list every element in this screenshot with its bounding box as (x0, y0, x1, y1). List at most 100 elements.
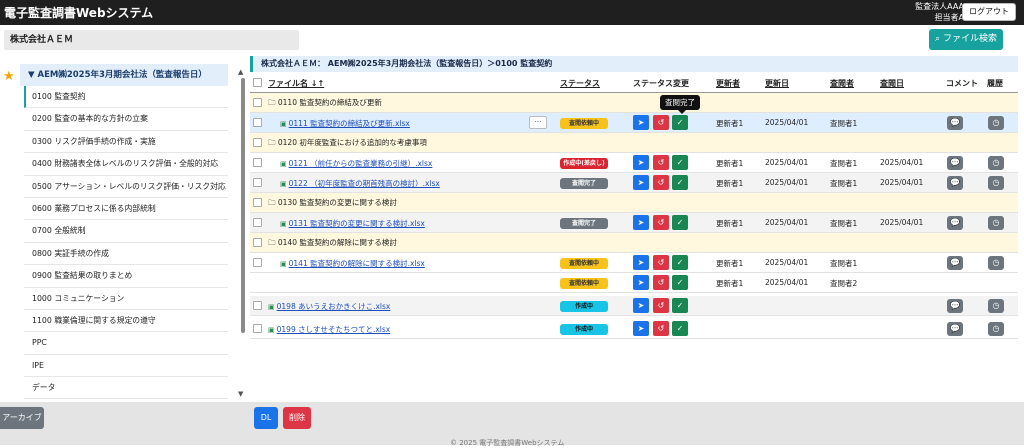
comment-icon[interactable]: 💬 (947, 216, 963, 230)
sidebar-item-0800[interactable]: 0800 実証手続の作成 (24, 243, 228, 266)
folder-row[interactable]: 🗀 0130 監査契約の変更に関する検討 (250, 193, 1018, 213)
clock-icon[interactable]: ◷ (988, 322, 1004, 336)
sidebar-item-0300[interactable]: 0300 リスク評価手続の作成・実施 (24, 131, 228, 154)
star-icon[interactable]: ★ (3, 69, 15, 84)
clock-icon[interactable]: ◷ (988, 116, 1004, 130)
sidebar-item-ppc[interactable]: PPC (24, 332, 228, 355)
table-row[interactable]: 査閲依頼中 ➤ ↺ ✓ 更新者1 2025/04/01 査閲者2 (250, 273, 1018, 293)
sidebar-scrollbar[interactable]: ▲ ▼ (237, 68, 247, 398)
check-circle-icon[interactable]: ✓ (672, 155, 688, 170)
table-row[interactable]: ▣ 0141 監査契約の解除に関する検討.xlsx 査閲依頼中 ➤ ↺ ✓ 更新者… (250, 253, 1018, 273)
row-checkbox[interactable] (253, 324, 262, 333)
more-options-button[interactable]: ··· (529, 116, 547, 129)
revert-icon[interactable]: ↺ (653, 175, 669, 190)
scroll-down-icon[interactable]: ▼ (238, 390, 243, 398)
file-link[interactable]: 0141 監査契約の解除に関する検討.xlsx (289, 259, 425, 268)
comment-icon[interactable]: 💬 (947, 116, 963, 130)
sidebar-item-1000[interactable]: 1000 コミュニケーション (24, 288, 228, 310)
delete-button[interactable]: 削除 (283, 407, 311, 429)
revert-icon[interactable]: ↺ (653, 275, 669, 290)
clock-icon[interactable]: ◷ (988, 256, 1004, 270)
clock-icon[interactable]: ◷ (988, 299, 1004, 313)
check-circle-icon[interactable]: ✓ (672, 275, 688, 290)
col-reviewed[interactable]: 査閲日 (880, 78, 904, 89)
sidebar-item-0500[interactable]: 0500 アサーション・レベルのリスク評価・リスク対応 (24, 176, 228, 198)
row-checkbox[interactable] (253, 258, 262, 267)
check-circle-icon[interactable]: ✓ (672, 321, 688, 336)
check-circle-icon[interactable]: ✓ (672, 175, 688, 190)
comment-icon[interactable]: 💬 (947, 322, 963, 336)
file-link[interactable]: 0121 （前任からの監査業務の引継）.xlsx (289, 159, 433, 168)
sidebar-item-0400[interactable]: 0400 財務諸表全体レベルのリスク評価・全般的対応 (24, 153, 228, 176)
row-checkbox[interactable] (253, 118, 262, 127)
revert-icon[interactable]: ↺ (653, 215, 669, 230)
col-updated[interactable]: 更新日 (765, 78, 789, 89)
tree-header[interactable]: ▼ AEM㈱2025年3月期会社法（監査報告日） (20, 64, 228, 86)
col-status[interactable]: ステータス (560, 78, 600, 89)
table-row[interactable]: ▣ 0199 さしすせそたちつてと.xlsx 作成中 ➤ ↺ ✓ 💬 ◷ (250, 319, 1018, 339)
col-updater[interactable]: 更新者 (716, 78, 740, 89)
table-row[interactable]: ▣ 0198 あいうえおかきくけこ.xlsx 作成中 ➤ ↺ ✓ 💬 ◷ (250, 296, 1018, 316)
revert-icon[interactable]: ↺ (653, 115, 669, 130)
logout-button[interactable]: ログアウト (962, 3, 1016, 21)
scrollbar-thumb[interactable] (241, 78, 245, 333)
send-icon[interactable]: ➤ (633, 215, 649, 230)
file-link[interactable]: 0198 あいうえおかきくけこ.xlsx (277, 302, 391, 311)
archive-button[interactable]: アーカイブ (0, 407, 44, 429)
file-link[interactable]: 0131 監査契約の変更に関する検討.xlsx (289, 219, 425, 228)
table-row[interactable]: ▣ 0131 監査契約の変更に関する検討.xlsx 査閲完了 ➤ ↺ ✓ 更新者1… (250, 213, 1018, 233)
revert-icon[interactable]: ↺ (653, 298, 669, 313)
comment-icon[interactable]: 💬 (947, 176, 963, 190)
table-row[interactable]: ▣ 0121 （前任からの監査業務の引継）.xlsx 作成中(差戻し) ➤ ↺ ✓… (250, 153, 1018, 173)
send-icon[interactable]: ➤ (633, 155, 649, 170)
select-all-checkbox[interactable] (253, 78, 262, 87)
send-icon[interactable]: ➤ (633, 275, 649, 290)
folder-row[interactable]: 🗀 0140 監査契約の解除に関する検討 (250, 233, 1018, 253)
file-link[interactable]: 0199 さしすせそたちつてと.xlsx (277, 325, 391, 334)
send-icon[interactable]: ➤ (633, 255, 649, 270)
row-checkbox[interactable] (253, 218, 262, 227)
row-checkbox[interactable] (253, 158, 262, 167)
row-checkbox[interactable] (253, 198, 262, 207)
send-icon[interactable]: ➤ (633, 298, 649, 313)
col-reviewer[interactable]: 査閲者 (830, 78, 854, 89)
check-circle-icon[interactable]: ✓ (672, 215, 688, 230)
file-link[interactable]: 0122 （初年度監査の期首残高の検討）.xlsx (289, 179, 440, 188)
check-circle-icon[interactable]: ✓ (672, 298, 688, 313)
revert-icon[interactable]: ↺ (653, 255, 669, 270)
sidebar-item-ipe[interactable]: IPE (24, 355, 228, 378)
row-checkbox[interactable] (253, 178, 262, 187)
row-checkbox[interactable] (253, 138, 262, 147)
folder-row[interactable]: 🗀 0120 初年度監査における追加的な考慮事項 (250, 133, 1018, 153)
revert-icon[interactable]: ↺ (653, 155, 669, 170)
file-search-button[interactable]: ⌕ ファイル検索 (929, 29, 1003, 50)
revert-icon[interactable]: ↺ (653, 321, 669, 336)
comment-icon[interactable]: 💬 (947, 156, 963, 170)
col-filename[interactable]: ファイル名 ↓↑ (268, 78, 324, 89)
sidebar-item-0700[interactable]: 0700 全般統制 (24, 220, 228, 243)
table-row[interactable]: ▣ 0122 （初年度監査の期首残高の検討）.xlsx 査閲完了 ➤ ↺ ✓ 更新… (250, 173, 1018, 193)
row-checkbox[interactable] (253, 98, 262, 107)
sidebar-item-0100[interactable]: 0100 監査契約 (24, 86, 228, 109)
sidebar-item-1100[interactable]: 1100 職業倫理に関する規定の遵守 (24, 310, 228, 333)
row-checkbox[interactable] (253, 238, 262, 247)
comment-icon[interactable]: 💬 (947, 299, 963, 313)
send-icon[interactable]: ➤ (633, 115, 649, 130)
send-icon[interactable]: ➤ (633, 321, 649, 336)
check-circle-icon[interactable]: ✓ (672, 255, 688, 270)
clock-icon[interactable]: ◷ (988, 176, 1004, 190)
file-link[interactable]: 0111 監査契約の締結及び更新.xlsx (289, 119, 410, 128)
sidebar-item-0200[interactable]: 0200 監査の基本的な方針の立案 (24, 108, 228, 131)
row-checkbox[interactable] (253, 301, 262, 310)
sidebar-item-0900[interactable]: 0900 監査結果の取りまとめ (24, 265, 228, 288)
sidebar-item-0600[interactable]: 0600 業務プロセスに係る内部統制 (24, 198, 228, 221)
clock-icon[interactable]: ◷ (988, 216, 1004, 230)
scroll-up-icon[interactable]: ▲ (238, 68, 243, 76)
clock-icon[interactable]: ◷ (988, 156, 1004, 170)
folder-row[interactable]: 🗀 0110 監査契約の締結及び更新 (250, 93, 1018, 113)
send-icon[interactable]: ➤ (633, 175, 649, 190)
sidebar-item-data[interactable]: データ (24, 377, 228, 400)
download-button[interactable]: DL (254, 407, 278, 429)
check-circle-icon[interactable]: ✓ (672, 115, 688, 130)
table-row[interactable]: ▣ 0111 監査契約の締結及び更新.xlsx ··· 査閲依頼中 ➤ ↺ ✓ 更… (250, 113, 1018, 133)
